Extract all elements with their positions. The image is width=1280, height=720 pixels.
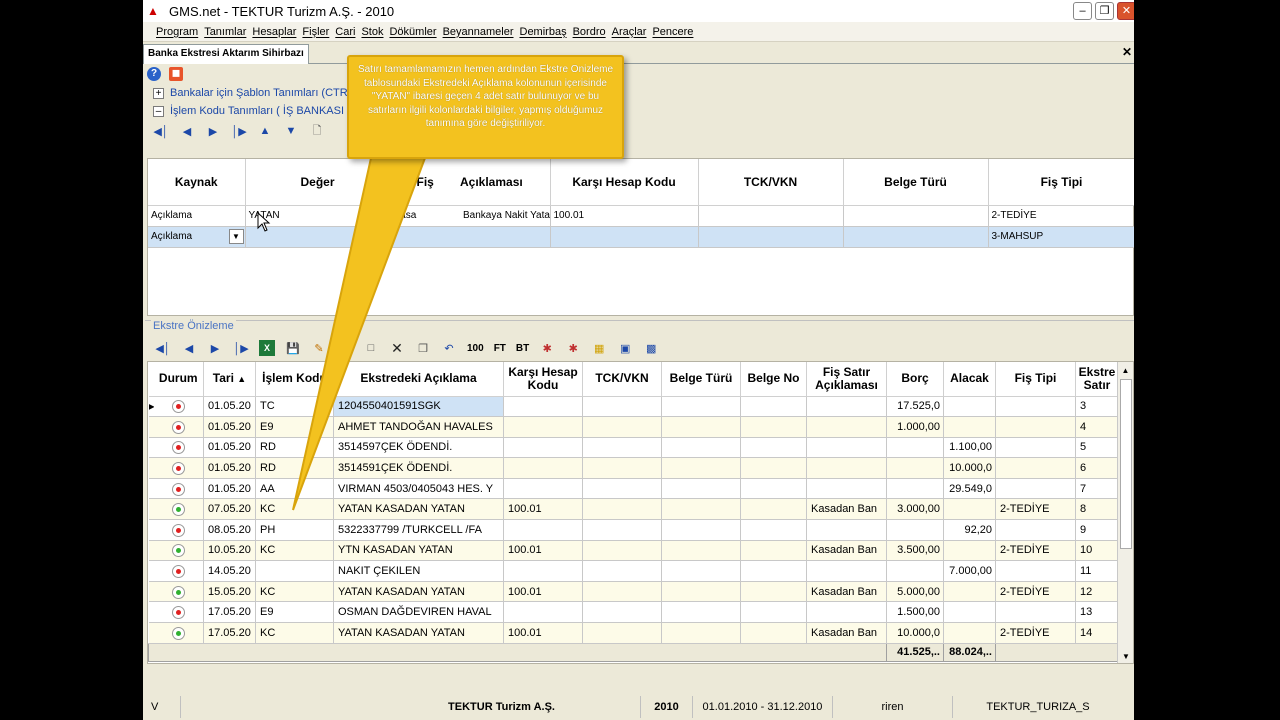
mouse-cursor-icon [257, 212, 271, 232]
app-window: ▲ GMS.net - TEKTUR Turizm A.Ş. - 2010 – … [143, 0, 1134, 720]
callout-note: Satırı tamamlamamızın hemen ardından Eks… [347, 55, 624, 159]
callout-pointer [292, 157, 427, 511]
